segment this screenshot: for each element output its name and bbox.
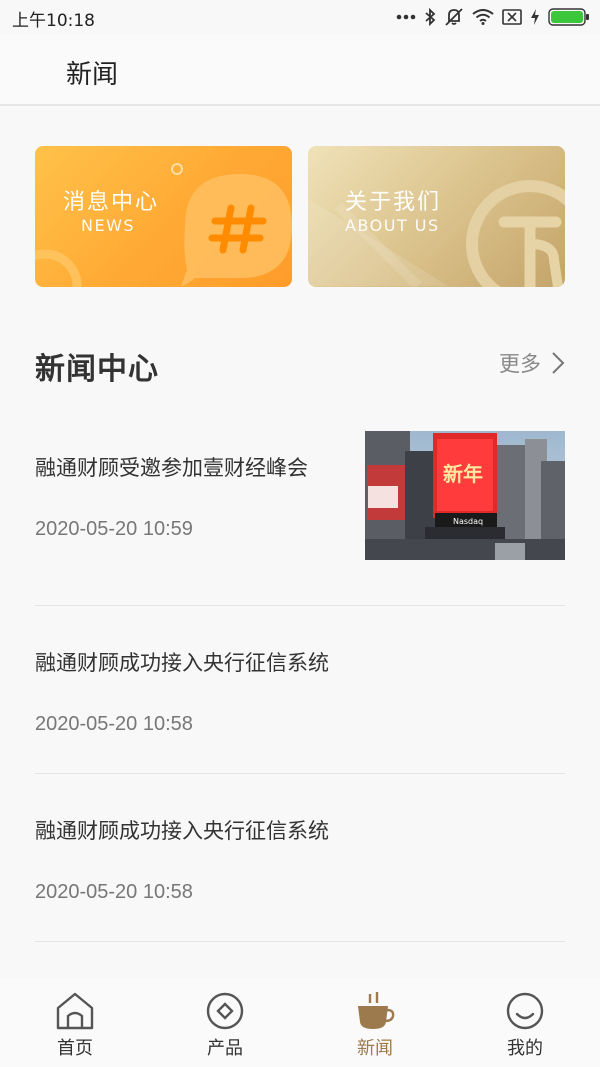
charging-icon [531, 9, 539, 25]
more-button[interactable]: 更多 [499, 348, 565, 378]
news-item[interactable]: 融通财顾成功接入央行征信系统 2020-05-20 10:58 [35, 774, 565, 942]
tab-home[interactable]: 首页 [25, 992, 125, 1062]
news-center-card[interactable]: 消息中心 NEWS [35, 146, 292, 287]
news-title: 融通财顾成功接入央行征信系统 [35, 819, 329, 843]
sim-off-icon [502, 9, 522, 25]
smiley-icon [506, 992, 544, 1030]
status-bar: 上午10:18 [0, 0, 600, 34]
banner-cards: 消息中心 NEWS 关于我们 ABOUT US [35, 146, 565, 287]
tab-label: 新闻 [357, 1038, 393, 1059]
news-list: 融通财顾受邀参加壹财经峰会 2020-05-20 10:59 新年 Nasdaq… [35, 400, 565, 942]
about-us-card[interactable]: 关于我们 ABOUT US [308, 146, 565, 287]
product-icon [206, 992, 244, 1030]
news-card-title: 消息中心 [63, 190, 160, 215]
battery-icon [548, 8, 589, 26]
home-icon [56, 992, 94, 1030]
news-item[interactable]: 融通财顾成功接入央行征信系统 2020-05-20 10:58 [35, 606, 565, 774]
news-thumbnail: 新年 Nasdaq [365, 431, 565, 560]
section-title: 新闻中心 [35, 352, 159, 387]
news-date: 2020-05-20 10:58 [35, 881, 193, 903]
app-header: 新闻 [0, 34, 600, 106]
coffee-cup-icon [358, 992, 395, 1029]
news-date: 2020-05-20 10:59 [35, 518, 193, 540]
more-dots-icon [396, 14, 416, 20]
tab-label: 产品 [207, 1038, 243, 1059]
mute-icon [445, 8, 463, 26]
about-card-title: 关于我们 [345, 190, 442, 215]
news-title: 融通财顾受邀参加壹财经峰会 [35, 456, 308, 480]
news-item[interactable]: 融通财顾受邀参加壹财经峰会 2020-05-20 10:59 新年 Nasdaq [35, 400, 565, 606]
svg-text:Nasdaq: Nasdaq [453, 517, 483, 526]
times-square-photo: 新年 Nasdaq [365, 431, 565, 560]
svg-text:新年: 新年 [443, 462, 483, 486]
tab-mine[interactable]: 我的 [475, 992, 575, 1062]
bottom-tab-bar: 首页 产品 新闻 我的 [0, 978, 600, 1067]
tab-label: 首页 [57, 1038, 93, 1059]
tab-label: 我的 [507, 1038, 543, 1059]
news-date: 2020-05-20 10:58 [35, 713, 193, 735]
chevron-right-icon [552, 352, 565, 374]
bluetooth-icon [425, 8, 436, 26]
hashtag-bubble-icon [35, 163, 292, 287]
page-title: 新闻 [66, 60, 119, 90]
tab-product[interactable]: 产品 [175, 992, 275, 1062]
tab-news[interactable]: 新闻 [325, 992, 425, 1062]
status-icons [396, 6, 590, 28]
status-time: 上午10:18 [12, 11, 95, 31]
news-card-subtitle: NEWS [81, 216, 136, 235]
news-title: 融通财顾成功接入央行征信系统 [35, 651, 329, 675]
wifi-icon [472, 9, 494, 25]
more-label: 更多 [499, 352, 541, 376]
about-card-subtitle: ABOUT US [345, 216, 440, 235]
news-section-header: 新闻中心 更多 [35, 340, 565, 390]
